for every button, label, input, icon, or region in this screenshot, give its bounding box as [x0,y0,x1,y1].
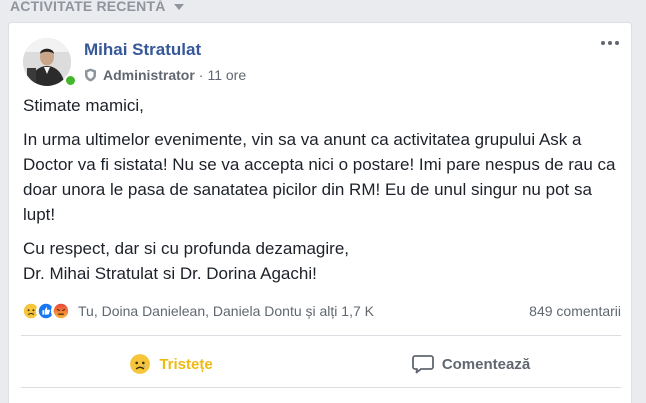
sad-reaction-icon [130,354,151,374]
post-actions-row: Tristețe Comentează [21,348,621,380]
online-status-indicator [64,74,77,87]
post-card: Mihai Stratulat Administrator · 11 ore S… [8,22,632,403]
post-paragraph: Cu respect, dar si cu profunda dezamagir… [23,239,350,258]
reaction-icons [21,301,71,321]
comment-bubble-icon [411,355,434,374]
reaction-button[interactable]: Tristețe [21,353,321,375]
more-dot [608,41,612,45]
post-timestamp[interactable]: 11 ore [207,67,246,83]
divider [21,335,621,336]
reactions-summary-text: Tu, Doina Danielean, Daniela Dontu și al… [78,303,374,319]
comment-button[interactable]: Comentează [321,354,621,374]
comments-count-link[interactable]: 849 comentarii [529,303,621,319]
post-paragraph: Dr. Mihai Stratulat si Dr. Dorina Agachi… [23,264,317,283]
divider [21,387,621,388]
post-paragraph: In urma ultimelor evenimente, vin sa va … [23,130,616,224]
more-options-icon[interactable] [601,41,619,45]
more-dot [615,41,619,45]
post-paragraph: Stimate mamici, [23,96,144,115]
author-role: Administrator [103,67,195,83]
comment-button-label: Comentează [441,355,531,373]
post-author-name[interactable]: Mihai Stratulat [84,40,201,60]
reactions-summary-row: Tu, Doina Danielean, Daniela Dontu și al… [21,301,621,321]
more-dot [601,41,605,45]
meta-separator: · [198,67,204,83]
post-meta: Administrator · 11 ore [84,67,246,83]
recent-activity-title: ACTIVITATE RECENTĂ [10,0,166,14]
post-body: Stimate mamici, In urma ultimelor evenim… [23,93,623,295]
shield-icon [85,68,96,82]
reactions-summary[interactable]: Tu, Doina Danielean, Daniela Dontu și al… [21,301,374,321]
reaction-button-label: Tristețe [159,355,213,373]
angry-reaction-icon [51,301,71,321]
recent-activity-header[interactable]: ACTIVITATE RECENTĂ [10,0,184,14]
caret-down-icon[interactable] [173,4,184,10]
